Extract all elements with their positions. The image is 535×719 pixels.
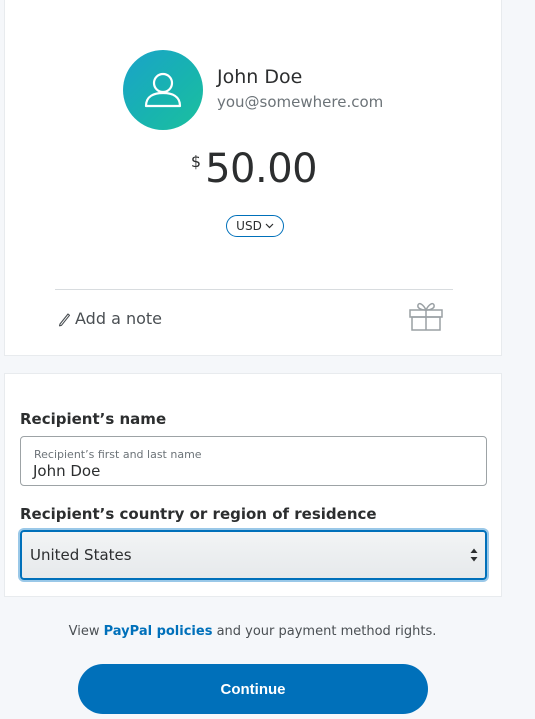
chevron-down-icon [265, 223, 274, 229]
user-outline-icon [144, 72, 182, 108]
policy-prefix: View [68, 624, 104, 639]
country-select[interactable]: United States [20, 530, 487, 580]
currency-symbol: $ [190, 152, 202, 171]
continue-button[interactable]: Continue [78, 664, 428, 714]
recipient-name-value: John Doe [33, 462, 101, 480]
select-arrows-icon [470, 548, 478, 562]
recipient-name: John Doe [217, 66, 303, 88]
add-note-label: Add a note [75, 309, 162, 328]
recipient-details-form: Recipient’s name Recipient’s first and l… [4, 373, 502, 597]
country-value: United States [30, 546, 132, 564]
divider [55, 289, 453, 290]
paypal-policies-link[interactable]: PayPal policies [104, 624, 213, 639]
amount-value[interactable]: 50.00 [205, 146, 318, 192]
recipient-avatar [123, 50, 203, 130]
recipient-name-placeholder: Recipient’s first and last name [34, 448, 202, 461]
add-note-button[interactable]: Add a note [57, 309, 162, 328]
payment-amount: $50.00 [5, 146, 503, 192]
payment-summary-card: John Doe you@somewhere.com $50.00 USD Ad… [4, 0, 502, 356]
currency-selector[interactable]: USD [226, 215, 284, 237]
policy-suffix: and your payment method rights. [212, 624, 437, 639]
country-label: Recipient’s country or region of residen… [20, 505, 377, 523]
send-money-page: John Doe you@somewhere.com $50.00 USD Ad… [0, 0, 535, 719]
currency-code: USD [236, 219, 262, 233]
recipient-name-label: Recipient’s name [20, 410, 167, 428]
recipient-email: you@somewhere.com [217, 93, 384, 111]
pencil-icon [58, 312, 71, 326]
gift-icon[interactable] [408, 300, 444, 332]
policy-text: View PayPal policies and your payment me… [0, 624, 505, 639]
recipient-name-input[interactable]: Recipient’s first and last name John Doe [20, 436, 487, 486]
